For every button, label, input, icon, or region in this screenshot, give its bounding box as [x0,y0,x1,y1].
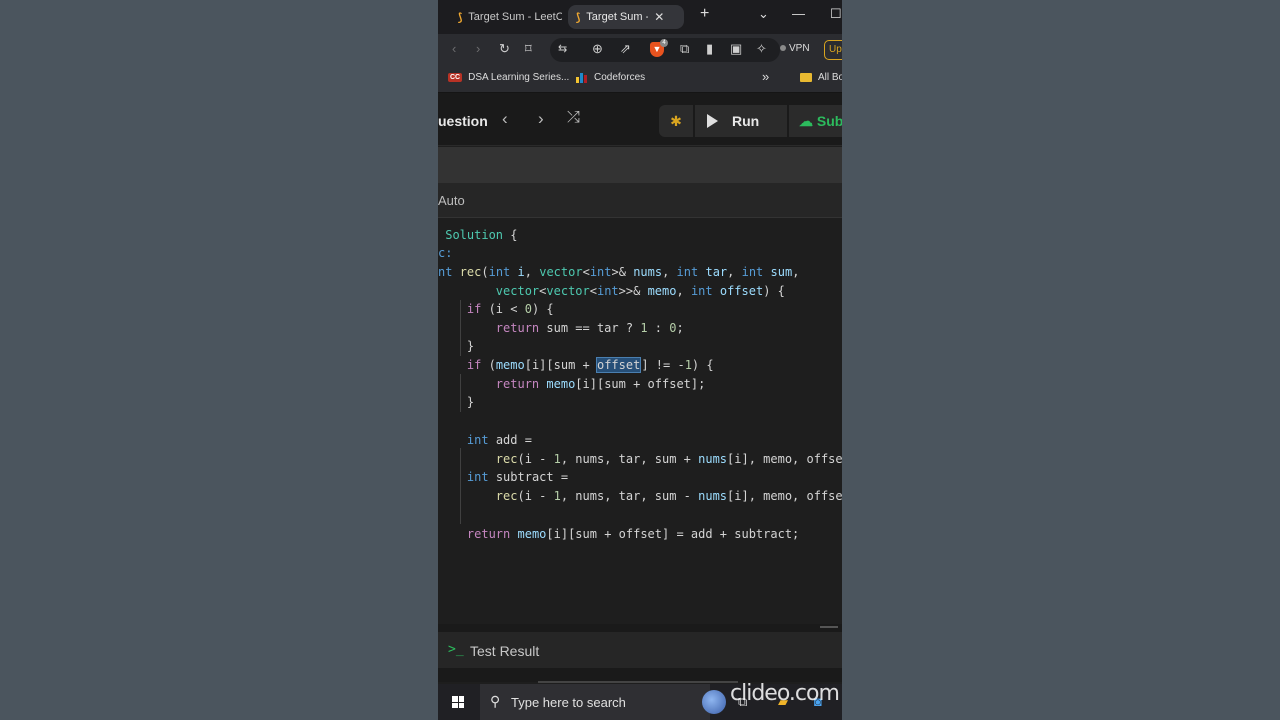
bookmark-label: Codeforces [594,72,646,83]
code-editor[interactable]: Solution { c: nt rec(int i, vector<int>&… [438,226,842,624]
bookmark-icon[interactable]: ⌑ [525,41,532,57]
folder-icon [800,73,812,82]
tab-target-sum-2[interactable]: ⟆ Target Sum - L ✕ [568,5,684,29]
tab-search-chevron-icon[interactable]: ⌄ [758,6,769,22]
code-line: } [438,339,475,353]
tab-strip: ⟆ Target Sum - LeetC ⟆ Target Sum - L ✕ … [438,0,842,34]
codeforces-icon [576,72,588,83]
play-icon [707,114,718,128]
clideo-watermark: clideo.com [730,681,840,706]
code-line: Solution { [445,228,518,242]
shields-count-badge: 4 [660,39,668,47]
all-bookmarks-button[interactable]: All Bo [800,72,842,83]
extensions-icon[interactable]: ⧉ [680,41,689,57]
site-settings-icon[interactable]: ⇆ [558,42,567,55]
language-selector[interactable]: Auto [438,193,465,208]
shuffle-icon[interactable]: ⤮ [567,109,580,127]
submit-button[interactable]: ☁ Sub [787,105,842,137]
windows-start-icon[interactable] [452,696,464,708]
run-button[interactable]: Run [707,113,759,129]
vpn-button[interactable]: VPN [780,43,810,54]
code-line: return memo[i][sum + offset]; [495,377,706,391]
code-line: nt rec(int i, vector<int>& nums, int tar… [438,265,800,279]
drag-handle-icon [820,626,838,628]
code-line: rec(i - 1, nums, tar, sum - nums[i], mem… [495,489,842,503]
prev-question-icon[interactable]: ‹ [502,109,508,129]
bookmarks-bar: CC DSA Learning Series... Codeforces » A… [438,66,842,93]
close-tab-icon[interactable]: ✕ [654,10,664,24]
terminal-icon: >_ [448,642,464,657]
code-line: vector<vector<int>>& memo, int offset) { [495,284,785,298]
taskbar-search-box[interactable]: ⚲ Type here to search [480,684,726,720]
submit-label: Sub [816,113,842,129]
new-tab-button[interactable]: + [700,5,709,23]
windows-taskbar: ⚲ Type here to search ⧉ ▰ ◙ clideo.com [438,681,842,720]
language-row: Auto [438,183,842,218]
leetcode-header: uestion ‹ › ⤮ ✱ Run ☁ Sub [438,93,842,146]
code-line: int add = [466,433,532,447]
run-submit-group: ✱ Run ☁ Sub [659,105,842,137]
cc-icon: CC [448,73,463,82]
bookmarks-overflow-icon[interactable]: » [762,69,769,84]
leetcode-icon: ⟆ [576,11,581,24]
code-line: return sum == tar ? 1 : 0; [495,321,684,335]
reload-icon[interactable]: ↻ [499,41,510,57]
code-line: } [438,395,475,409]
wallet-icon[interactable]: ▣ [730,41,742,57]
text-cursor [640,358,642,373]
bookmark-dsa-learning-series[interactable]: CC DSA Learning Series... [448,72,569,83]
leetcode-icon: ⟆ [458,11,463,24]
leo-ai-icon[interactable]: ✧ [756,41,767,57]
vpn-label: VPN [789,43,810,54]
share-icon[interactable]: ⇗ [620,41,631,57]
code-line: if (i < 0) { [466,302,554,316]
vpn-status-icon [780,45,786,51]
screen-recording: ⟆ Target Sum - LeetC ⟆ Target Sum - L ✕ … [438,0,842,720]
forward-icon[interactable]: › [476,41,480,56]
upgrade-button[interactable]: Up [824,40,842,60]
run-label: Run [732,113,760,129]
scrollbar-thumb[interactable] [538,681,738,683]
test-result-tab[interactable]: >_ Test Result [438,632,842,668]
panel-resizer[interactable] [438,624,842,632]
selected-word: offset [595,357,642,373]
search-placeholder: Type here to search [511,695,626,710]
tab-title: Target Sum - L [586,11,648,23]
back-icon[interactable]: ‹ [452,41,456,56]
editor-toolbar [438,147,842,183]
code-line: c: [438,246,453,260]
cloud-upload-icon: ☁ [799,113,817,129]
test-result-label: Test Result [470,643,540,659]
problem-list-label[interactable]: uestion [438,113,488,129]
bookmark-label: DSA Learning Series... [468,72,570,83]
sidebar-icon[interactable]: ▮ [706,41,713,57]
code-line: return memo[i][sum + offset] = add + sub… [466,527,800,541]
code-line: if (memo[i][sum + offset] != -1) { [466,357,714,373]
code-line: int subtract = [466,470,569,484]
minimize-icon[interactable]: — [792,6,805,21]
search-icon: ⚲ [490,693,501,709]
search-highlight-icon [702,690,726,714]
maximize-icon[interactable]: ☐ [830,6,842,22]
next-question-icon[interactable]: › [538,109,544,129]
navigation-bar: ‹ › ↻ ⌑ ⇆ ⊕ ⇗ ▼ 4 ⧉ ▮ ▣ ✧ VPN Up [438,34,842,66]
tab-target-sum-1[interactable]: ⟆ Target Sum - LeetC [450,5,562,29]
debug-icon[interactable]: ✱ [659,105,695,137]
zoom-icon[interactable]: ⊕ [592,41,603,57]
bookmark-codeforces[interactable]: Codeforces [576,72,645,83]
code-line: rec(i - 1, nums, tar, sum + nums[i], mem… [495,452,842,466]
all-bookmarks-label: All Bo [818,72,842,83]
horizontal-scrollbar[interactable] [438,668,842,683]
tab-title: Target Sum - LeetC [468,11,562,23]
